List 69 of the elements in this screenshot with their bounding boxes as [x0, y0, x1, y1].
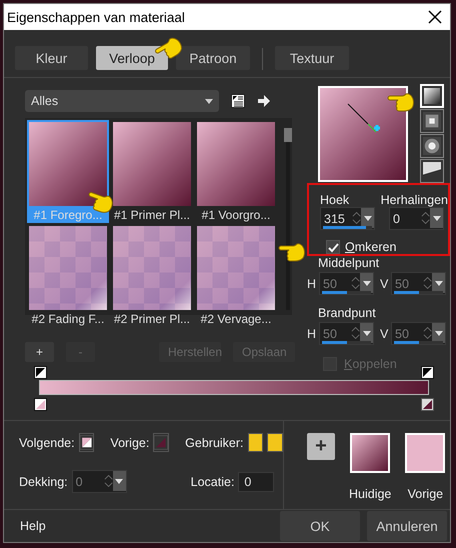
help-link[interactable]: Help — [20, 519, 46, 533]
section-label: Brandpunt — [318, 306, 377, 320]
gradient-style-button[interactable] — [420, 109, 444, 133]
pointing-hand-icon — [387, 92, 415, 112]
gradient-thumbnail[interactable]: #1 Voorgro... — [195, 120, 277, 223]
category-dropdown[interactable]: Alles — [25, 90, 219, 112]
pointing-hand-icon — [278, 242, 306, 262]
tab[interactable]: Kleur — [15, 46, 88, 70]
gradient-thumbnail[interactable]: #2 Fading F... — [27, 224, 109, 327]
thumbnail-label: #2 Fading F... — [32, 312, 104, 326]
opacity-stop-icon[interactable] — [34, 366, 47, 379]
cancel-button[interactable]: Annuleren — [367, 511, 447, 541]
color-swatch[interactable] — [267, 433, 283, 452]
number-field[interactable]: 0 — [390, 208, 421, 229]
spin-box[interactable]: 315 — [320, 207, 375, 230]
thumbnail-label: #2 Vervage... — [200, 312, 272, 326]
field-label: Vorige: — [110, 436, 150, 450]
tab[interactable]: Verloop — [96, 46, 168, 70]
field-label: H — [307, 276, 318, 290]
swatch-label: Huidige — [349, 487, 392, 501]
field-label: Dekking: — [19, 474, 68, 488]
field-label: Herhalingen — [380, 193, 448, 207]
checkbox-label: Omkeren — [345, 240, 396, 254]
thumbnail-label: #2 Primer Pl... — [114, 312, 190, 326]
window-title: Eigenschappen van materiaal — [7, 10, 185, 24]
spinner-arrows-icon[interactable] — [352, 209, 362, 227]
gradient-bar[interactable] — [39, 380, 429, 395]
location-field[interactable]: 0 — [238, 472, 274, 492]
swatch-label: Vorige — [408, 487, 444, 501]
tab[interactable]: Patroon — [176, 46, 250, 70]
field-label: V — [380, 276, 390, 290]
field-label: Gebruiker: — [185, 436, 244, 450]
number-field[interactable]: 315 — [321, 208, 352, 229]
thumbnail-label: #1 Foregro... — [34, 208, 102, 222]
checkbox[interactable] — [326, 240, 340, 254]
thumbnail-label: #1 Voorgro... — [202, 208, 270, 222]
section-label: Middelpunt — [318, 256, 380, 270]
gradient-style-button[interactable] — [420, 134, 444, 158]
spinner-arrows-icon[interactable] — [421, 209, 430, 227]
spin-box[interactable]: 0 — [389, 207, 444, 230]
thumbnail-label: #1 Primer Pl... — [114, 208, 190, 222]
gradient-style-button[interactable] — [420, 159, 444, 183]
close-icon[interactable] — [428, 10, 442, 24]
checkbox-label: Koppelen — [344, 357, 397, 371]
field-label: V — [380, 326, 390, 340]
color-stop-icon[interactable] — [421, 396, 434, 411]
caret-icon — [205, 98, 213, 104]
previous-swatch[interactable] — [405, 433, 446, 473]
color-swatch[interactable] — [153, 433, 170, 452]
current-swatch — [350, 433, 390, 473]
caret-icon[interactable] — [364, 216, 372, 220]
list-view-icon[interactable] — [231, 94, 245, 108]
gradient-thumbnail[interactable]: #2 Primer Pl... — [111, 224, 193, 327]
button[interactable]: + — [25, 342, 54, 362]
add-button[interactable]: + — [307, 433, 335, 460]
color-swatch[interactable] — [78, 433, 94, 452]
ok-button[interactable]: OK — [280, 511, 360, 541]
gradient-thumbnail[interactable]: #1 Primer Pl... — [111, 120, 193, 223]
field-label: Volgende: — [19, 436, 75, 450]
tab[interactable]: Textuur — [275, 46, 349, 70]
color-swatch[interactable] — [248, 433, 264, 452]
field-label: H — [307, 326, 318, 340]
opacity-stop-icon[interactable] — [421, 366, 434, 379]
gradient-thumbnail[interactable]: #2 Vervage... — [195, 224, 277, 327]
caret-icon[interactable] — [432, 216, 441, 220]
color-stop-icon[interactable] — [34, 396, 47, 411]
arrow-right-icon[interactable] — [257, 94, 271, 108]
field-label: Hoek — [320, 193, 350, 207]
field-label: Locatie: — [190, 474, 234, 488]
